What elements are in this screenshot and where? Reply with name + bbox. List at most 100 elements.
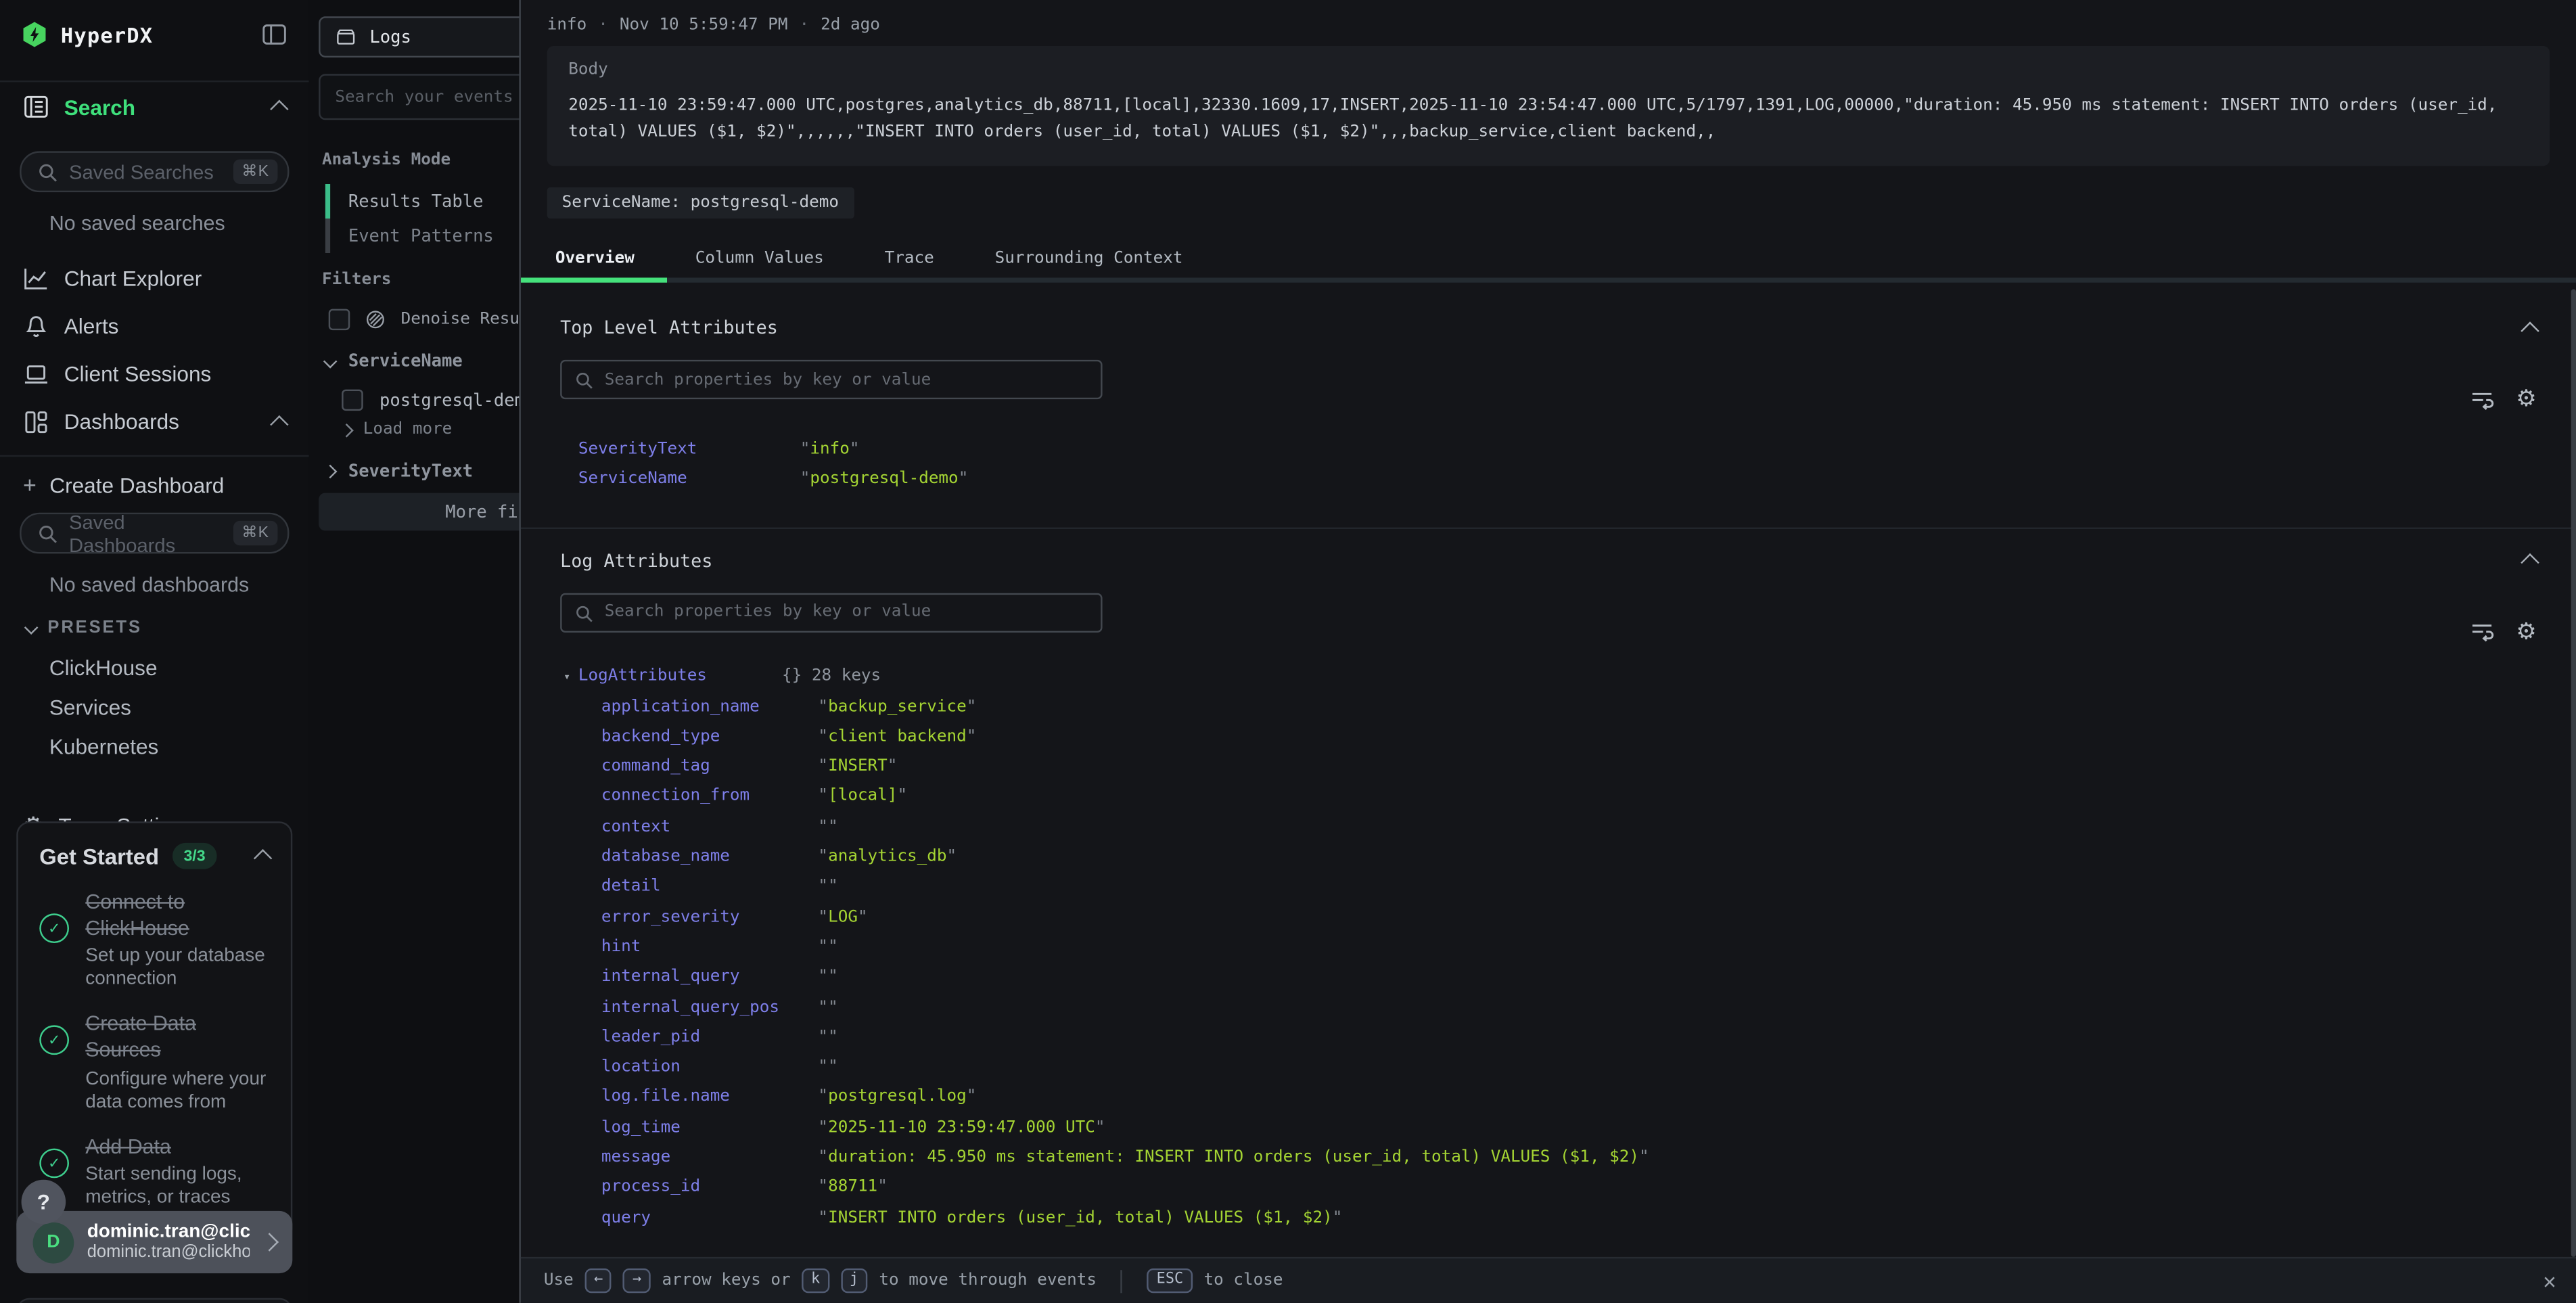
chevron-up-icon[interactable] [254, 849, 272, 867]
no-saved-searches-text: No saved searches [49, 212, 286, 235]
help-button[interactable]: ? [22, 1180, 66, 1225]
attribute-value[interactable]: INSERT INTO orders (user_id, total) VALU… [828, 1208, 1333, 1227]
tree-expand-icon[interactable]: ▾ [564, 670, 578, 683]
preset-item[interactable]: Kubernetes [0, 726, 309, 765]
wrap-lines-icon[interactable] [2472, 621, 2495, 643]
detail-tab[interactable]: Trace [862, 240, 957, 278]
esc-key: ESC [1147, 1268, 1192, 1293]
filter-group-servicename[interactable]: ServiceName [325, 352, 463, 371]
attribute-key[interactable]: internal_query [601, 968, 819, 986]
wrap-lines-icon[interactable] [2472, 388, 2495, 410]
analysis-mode-item[interactable]: Event Patterns [325, 219, 494, 253]
top-level-search-input[interactable] [562, 361, 1101, 397]
attribute-key[interactable]: message [601, 1149, 819, 1167]
attribute-key[interactable]: ServiceName [578, 470, 800, 488]
gear-icon[interactable]: ⚙ [2516, 388, 2537, 411]
attribute-value[interactable]: LOG [828, 908, 858, 926]
log-attributes-search-input[interactable] [562, 594, 1101, 630]
attribute-value[interactable]: 88711 [828, 1179, 877, 1197]
user-menu[interactable]: D dominic.tran@clic... dominic.tran@clic… [16, 1211, 292, 1273]
attribute-key[interactable]: error_severity [601, 908, 819, 926]
get-started-item[interactable]: ✓ Add Data Start sending logs, metrics, … [39, 1135, 269, 1210]
saved-searches-input[interactable]: Saved Searches ⌘K [20, 151, 289, 192]
detail-tab[interactable]: Column Values [672, 240, 847, 278]
attribute-value[interactable]: info [810, 440, 850, 458]
sidebar-item-alerts[interactable]: Alerts [0, 302, 309, 350]
log-attributes-root[interactable]: ▾ LogAttributes {} 28 keys [560, 662, 2537, 691]
attribute-key[interactable]: query [601, 1208, 819, 1227]
attribute-key[interactable]: log_time [601, 1118, 819, 1137]
sidebar-item-chart-explorer[interactable]: Chart Explorer [0, 254, 309, 302]
bottom-card-partial [16, 1298, 292, 1303]
load-more-button[interactable]: Load more [342, 421, 452, 439]
attribute-key[interactable]: process_id [601, 1179, 819, 1197]
denoise-filter-row[interactable]: Denoise Results [329, 309, 549, 331]
preset-item[interactable]: Services [0, 687, 309, 726]
attribute-key[interactable]: database_name [601, 848, 819, 866]
get-started-item[interactable]: ✓ Connect to ClickHouse Set up your data… [39, 890, 269, 991]
scrollbar[interactable] [2571, 289, 2576, 1256]
collapse-section-icon[interactable] [2521, 553, 2539, 572]
detail-scroll-area[interactable]: Top Level Attributes ⚙ [521, 317, 2576, 1233]
create-dashboard-label: Create Dashboard [49, 472, 224, 497]
attribute-key[interactable]: log.file.name [601, 1089, 819, 1107]
event-search-placeholder: Search your events [335, 88, 513, 106]
analysis-mode-item[interactable]: Results Table [325, 184, 494, 219]
sidebar-collapse-icon[interactable] [261, 22, 288, 48]
saved-dashboards-input[interactable]: Saved Dashboards ⌘K [20, 513, 289, 554]
attribute-key[interactable]: leader_pid [601, 1028, 819, 1047]
attribute-value[interactable]: client backend [828, 727, 967, 746]
log-attributes-search[interactable] [560, 593, 1102, 632]
attribute-value[interactable]: INSERT [828, 758, 888, 776]
attribute-row: command_tag "INSERT" [560, 752, 2537, 781]
attribute-key[interactable]: SeverityText [578, 440, 800, 458]
attribute-key[interactable]: backend_type [601, 727, 819, 746]
get-started-item-desc: Set up your database connection [85, 945, 269, 991]
service-name-tag[interactable]: ServiceName: postgresql-demo [547, 187, 854, 219]
attribute-value[interactable]: 2025-11-10 23:59:47.000 UTC [828, 1118, 1095, 1137]
attribute-key[interactable]: connection_from [601, 787, 819, 806]
attribute-row: internal_query_pos "" [560, 992, 2537, 1022]
get-started-item[interactable]: ✓ Create Data Sources Configure where yo… [39, 1013, 269, 1114]
create-dashboard-button[interactable]: + Create Dashboard [0, 457, 309, 501]
attribute-row: ServiceName "postgresql-demo" [560, 464, 2537, 494]
preset-item[interactable]: ClickHouse [0, 647, 309, 687]
attribute-key[interactable]: detail [601, 878, 819, 896]
detail-tab[interactable]: Overview [532, 240, 658, 278]
attribute-key[interactable]: context [601, 818, 819, 836]
footer-divider [1121, 1269, 1122, 1292]
detail-tab[interactable]: Surrounding Context [972, 240, 1206, 278]
attribute-row: query "INSERT INTO orders (user_id, tota… [560, 1203, 2537, 1233]
attribute-key[interactable]: internal_query_pos [601, 998, 819, 1016]
sidebar-item-dashboards[interactable]: Dashboards [0, 398, 309, 445]
attribute-value[interactable]: postgresql-demo [810, 470, 958, 488]
nav-label: Client Sessions [64, 361, 212, 386]
tree-root-name[interactable]: LogAttributes [578, 668, 782, 686]
get-started-item-desc: Configure where your data comes from [85, 1067, 269, 1113]
collapse-section-icon[interactable] [2521, 321, 2539, 339]
attribute-key[interactable]: command_tag [601, 758, 819, 776]
attribute-value[interactable]: duration: 45.950 ms statement: INSERT IN… [828, 1149, 1639, 1167]
search-icon [38, 523, 58, 543]
gear-icon[interactable]: ⚙ [2516, 620, 2537, 643]
filter-value-row[interactable]: postgresql-demo [342, 390, 535, 411]
denoise-checkbox[interactable] [329, 309, 350, 331]
attribute-row: log_time "2025-11-10 23:59:47.000 UTC" [560, 1112, 2537, 1142]
presets-toggle[interactable]: PRESETS [26, 618, 286, 637]
attribute-value[interactable]: analytics_db [828, 848, 946, 866]
attribute-key[interactable]: application_name [601, 698, 819, 716]
filter-group-severitytext[interactable]: SeverityText [325, 461, 473, 481]
attribute-row: hint "" [560, 932, 2537, 962]
close-icon[interactable]: × [2543, 1268, 2556, 1295]
attribute-value[interactable]: backup_service [828, 698, 967, 716]
service-checkbox[interactable] [342, 390, 363, 411]
attribute-value[interactable]: [local] [828, 787, 897, 806]
sidebar-item-search[interactable]: Search [0, 81, 309, 131]
attribute-key[interactable]: hint [601, 938, 819, 956]
event-header: info · Nov 10 5:59:47 PM · 2d ago [521, 0, 2576, 35]
top-level-search[interactable] [560, 360, 1102, 399]
attribute-key[interactable]: location [601, 1058, 819, 1076]
check-circle-icon: ✓ [39, 913, 69, 943]
attribute-value[interactable]: postgresql.log [828, 1089, 967, 1107]
sidebar-item-client-sessions[interactable]: Client Sessions [0, 350, 309, 397]
